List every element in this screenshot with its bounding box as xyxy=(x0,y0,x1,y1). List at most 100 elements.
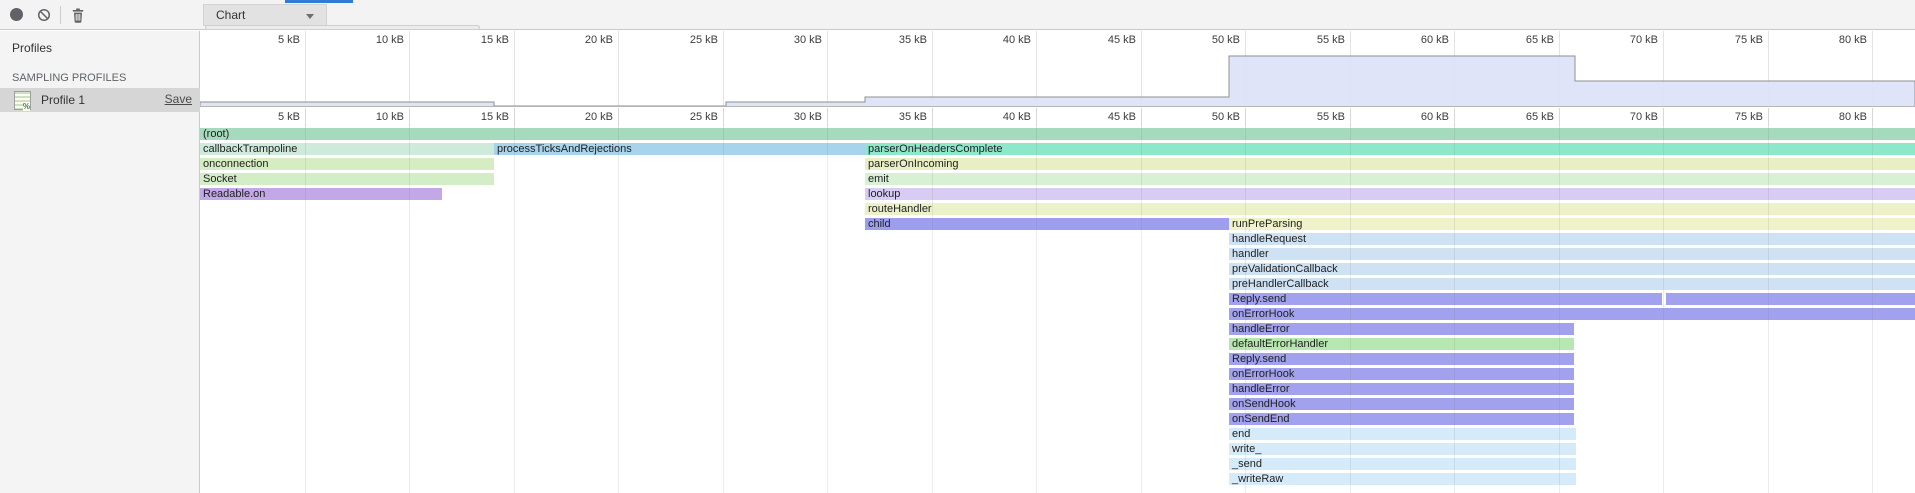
flame-ruler-label: 45 kB xyxy=(1056,111,1136,123)
flame-gridline xyxy=(1663,127,1664,493)
overview-tick-label: 65 kB xyxy=(1474,34,1554,46)
flame-gridline xyxy=(1245,127,1246,493)
flame-bar[interactable]: Readable.on xyxy=(200,188,442,200)
flame-gridline xyxy=(514,127,515,493)
record-icon xyxy=(10,8,23,21)
overview-tick-label: 80 kB xyxy=(1787,34,1867,46)
overview-tick-label: 5 kB xyxy=(220,34,300,46)
flame-bar[interactable]: handler xyxy=(1229,248,1915,260)
overview-tick-label: 10 kB xyxy=(324,34,404,46)
overview-pane[interactable]: 5 kB10 kB15 kB20 kB25 kB30 kB35 kB40 kB4… xyxy=(200,31,1915,107)
flame-bar[interactable]: onErrorHook xyxy=(1229,308,1915,320)
flame-bar[interactable]: onSendHook xyxy=(1229,398,1574,410)
flame-bar[interactable]: onconnection xyxy=(200,158,494,170)
flame-bar[interactable]: child xyxy=(865,218,1229,230)
flame-bar[interactable]: Socket xyxy=(200,173,494,185)
flame-bar[interactable]: callbackTrampoline xyxy=(200,143,494,155)
overview-tick-label: 45 kB xyxy=(1056,34,1136,46)
record-button[interactable] xyxy=(10,8,24,22)
flame-ruler-tick xyxy=(723,108,724,127)
flame-ruler-label: 25 kB xyxy=(638,111,718,123)
flame-bar[interactable]: onErrorHook xyxy=(1229,368,1574,380)
flame-bar[interactable]: emit xyxy=(865,173,1915,185)
flame-ruler-tick xyxy=(1768,108,1769,127)
clear-profiles-button[interactable] xyxy=(37,8,51,22)
flame-gridline xyxy=(827,127,828,493)
flame-chart[interactable]: (root) callbackTrampolineprocessTicksAndR… xyxy=(200,127,1915,493)
flame-ruler-tick xyxy=(409,108,410,127)
flame-bar[interactable]: Reply.send xyxy=(1229,293,1662,305)
overview-tick-label: 75 kB xyxy=(1683,34,1763,46)
flame-bar[interactable]: preValidationCallback xyxy=(1229,263,1915,275)
flame-gridline xyxy=(1454,127,1455,493)
sidebar-title: Profiles xyxy=(12,41,52,55)
flame-bar[interactable] xyxy=(1666,293,1915,305)
trash-icon xyxy=(71,8,85,23)
flame-gridline xyxy=(1036,127,1037,493)
flame-ruler-label: 35 kB xyxy=(847,111,927,123)
flame-ruler-tick xyxy=(1141,108,1142,127)
overview-tick-label: 30 kB xyxy=(742,34,822,46)
view-mode-select[interactable]: Chart xyxy=(203,4,327,26)
flame-gridline xyxy=(1141,127,1142,493)
sidebar-item-profile-1[interactable]: % Profile 1 Save xyxy=(0,88,200,112)
flame-gridline xyxy=(409,127,410,493)
view-mode-value: Chart xyxy=(216,8,245,22)
flame-bar[interactable]: preHandlerCallback xyxy=(1229,278,1915,290)
flame-bar[interactable]: _writeRaw xyxy=(1229,473,1576,485)
delete-profile-button[interactable] xyxy=(71,8,85,22)
flame-ruler-tick xyxy=(514,108,515,127)
flame-bar[interactable]: lookup xyxy=(865,188,1915,200)
active-tab-indicator xyxy=(285,0,353,3)
overview-tick-label: 50 kB xyxy=(1160,34,1240,46)
flame-ruler-label: 10 kB xyxy=(324,111,404,123)
flame-bar[interactable]: handleError xyxy=(1229,323,1574,335)
flame-gridline xyxy=(1768,127,1769,493)
flame-ruler-tick xyxy=(932,108,933,127)
flame-gridline xyxy=(305,127,306,493)
flame-ruler: 5 kB10 kB15 kB20 kB25 kB30 kB35 kB40 kB4… xyxy=(200,108,1915,127)
chevron-down-icon xyxy=(306,14,314,19)
flame-ruler-label: 75 kB xyxy=(1683,111,1763,123)
horizontal-scrollbar-thumb[interactable] xyxy=(205,25,480,30)
flame-bar[interactable]: routeHandler xyxy=(865,203,1915,215)
flame-ruler-tick xyxy=(1454,108,1455,127)
flame-bar[interactable]: defaultErrorHandler xyxy=(1229,338,1574,350)
flame-ruler-label: 20 kB xyxy=(533,111,613,123)
flame-ruler-label: 65 kB xyxy=(1474,111,1554,123)
memory-profiler-panel: Chart Profiles SAMPLING PROFILES % Profi… xyxy=(0,0,1915,493)
block-icon xyxy=(37,8,51,22)
overview-tick-label: 20 kB xyxy=(533,34,613,46)
flame-bar[interactable]: parserOnHeadersComplete xyxy=(865,143,1915,155)
save-profile-link[interactable]: Save xyxy=(165,92,192,106)
flame-bar[interactable]: onSendEnd xyxy=(1229,413,1574,425)
flame-ruler-label: 70 kB xyxy=(1578,111,1658,123)
flame-ruler-label: 15 kB xyxy=(429,111,509,123)
flame-ruler-tick xyxy=(305,108,306,127)
flame-bar[interactable]: runPreParsing xyxy=(1229,218,1915,230)
overview-tick-label: 40 kB xyxy=(951,34,1031,46)
flame-ruler-tick xyxy=(618,108,619,127)
toolbar-separator xyxy=(60,6,61,24)
flame-bar[interactable]: _send xyxy=(1229,458,1576,470)
flame-bar[interactable]: processTicksAndRejections xyxy=(494,143,865,155)
overview-tick-label: 25 kB xyxy=(638,34,718,46)
flame-bar[interactable]: handleRequest xyxy=(1229,233,1915,245)
flame-gridline xyxy=(1350,127,1351,493)
flame-ruler-tick xyxy=(1245,108,1246,127)
flame-bar[interactable]: parserOnIncoming xyxy=(865,158,1915,170)
flame-bar[interactable]: handleError xyxy=(1229,383,1574,395)
flame-bar[interactable]: Reply.send xyxy=(1229,353,1574,365)
flame-ruler-label: 55 kB xyxy=(1265,111,1345,123)
flame-ruler-tick xyxy=(1350,108,1351,127)
flame-ruler-label: 50 kB xyxy=(1160,111,1240,123)
flame-ruler-label: 30 kB xyxy=(742,111,822,123)
flame-bar[interactable]: write_ xyxy=(1229,443,1576,455)
overview-tick-label: 15 kB xyxy=(429,34,509,46)
flame-bar[interactable]: end xyxy=(1229,428,1576,440)
flame-ruler-tick xyxy=(1872,108,1873,127)
flame-ruler-label: 60 kB xyxy=(1369,111,1449,123)
flame-bar[interactable]: (root) xyxy=(200,128,1915,140)
flame-ruler-label: 40 kB xyxy=(951,111,1031,123)
overview-tick-label: 60 kB xyxy=(1369,34,1449,46)
